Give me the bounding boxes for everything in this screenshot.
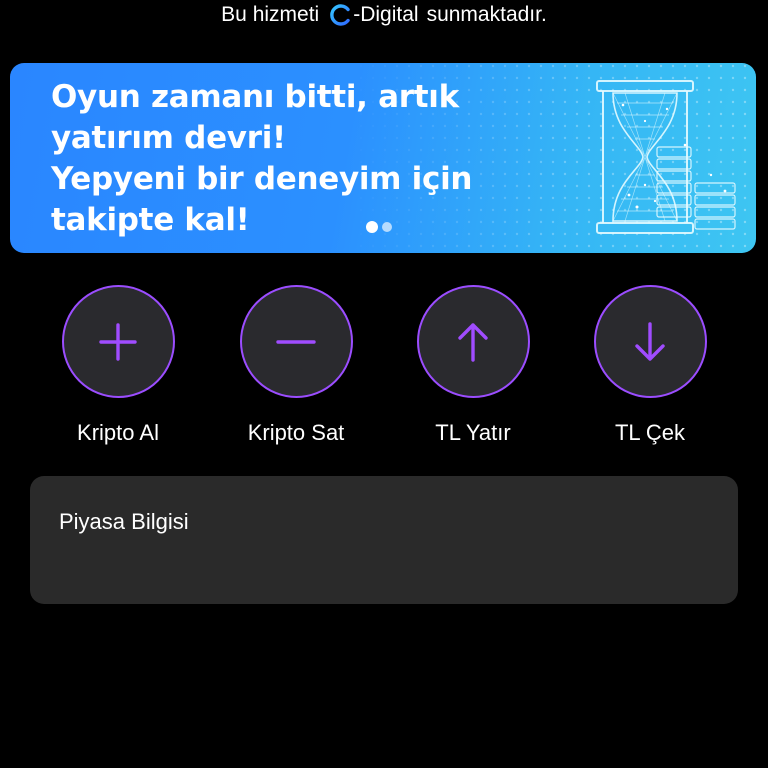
provider-prefix: Bu hizmeti: [221, 3, 320, 26]
buy-crypto-circle[interactable]: [61, 285, 175, 398]
market-info-card[interactable]: Piyasa Bilgisi: [30, 476, 738, 604]
withdraw-tl-button[interactable]: TL Çek: [570, 285, 730, 450]
market-info-title: Piyasa Bilgisi: [59, 509, 189, 534]
provider-attribution: Bu hizmeti -Digital sunmaktadır.: [0, 0, 768, 30]
deposit-tl-button[interactable]: TL Yatır: [393, 285, 553, 450]
hourglass-icon: [596, 80, 736, 234]
provider-brand: -Digital: [353, 3, 419, 26]
banner-headline-line: Oyun zamanı bitti, artık: [51, 79, 459, 115]
plus-icon: [99, 322, 137, 361]
banner-pager: [366, 221, 392, 233]
deposit-tl-circle[interactable]: [416, 285, 530, 398]
c-digital-logo-icon: [329, 3, 353, 27]
buy-crypto-button[interactable]: Kripto Al: [38, 285, 198, 450]
banner-headline-line: yatırım devri!: [51, 120, 286, 156]
banner-headline-line: Yepyeni bir deneyim için: [51, 161, 473, 197]
banner-headline-line: takipte kal!: [51, 202, 250, 238]
promo-banner[interactable]: Oyun zamanı bitti, artık yatırım devri! …: [10, 63, 756, 253]
pager-dot-active[interactable]: [366, 221, 378, 233]
minus-icon: [276, 339, 316, 344]
buy-crypto-label: Kripto Al: [77, 420, 159, 445]
deposit-tl-label: TL Yatır: [435, 420, 511, 445]
provider-suffix: sunmaktadır.: [426, 3, 547, 26]
sell-crypto-circle[interactable]: [239, 285, 353, 398]
sell-crypto-button[interactable]: Kripto Sat: [216, 285, 376, 450]
banner-headline: Oyun zamanı bitti, artık yatırım devri! …: [51, 77, 472, 241]
withdraw-tl-label: TL Çek: [614, 420, 686, 445]
withdraw-tl-circle[interactable]: [593, 285, 707, 398]
arrow-down-icon: [635, 321, 665, 361]
pager-dot[interactable]: [382, 222, 392, 232]
arrow-up-icon: [458, 322, 488, 362]
quick-actions: Kripto Al Kripto Sat TL Yatır TL Çek: [0, 285, 768, 455]
sell-crypto-label: Kripto Sat: [247, 420, 345, 445]
